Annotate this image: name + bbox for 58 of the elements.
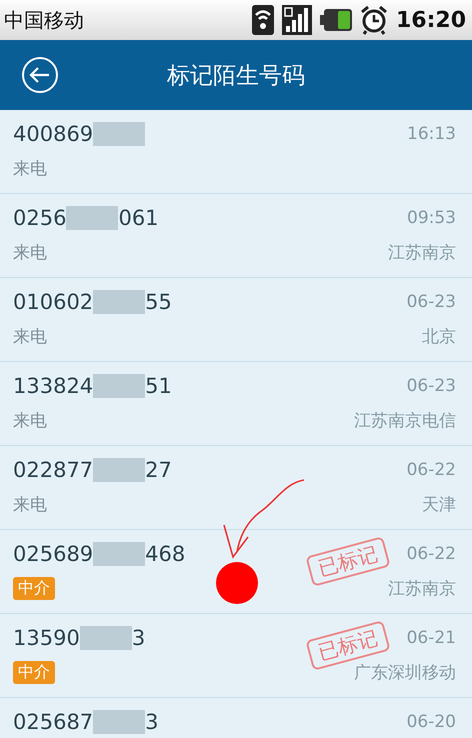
call-row[interactable]: 13590 3 中介 06-21 广东深圳移动 已标记 <box>0 614 472 698</box>
blurred-digits <box>66 206 118 230</box>
wifi-icon <box>252 5 274 35</box>
blurred-digits <box>93 710 146 734</box>
category-tag: 中介 <box>13 661 55 684</box>
call-time: 06-21 <box>406 627 456 650</box>
call-time: 06-20 <box>406 711 456 734</box>
blurred-digits <box>93 542 146 566</box>
phone-number: 27 <box>145 458 172 482</box>
phone-number: 025689 <box>13 542 94 566</box>
phone-number: 133824 <box>13 374 94 398</box>
call-location: 江苏南京电信 <box>354 410 456 432</box>
page-title: 标记陌生号码 <box>167 62 305 90</box>
blurred-digits <box>93 122 146 146</box>
phone-number: 022877 <box>13 458 94 482</box>
call-location: 江苏南京 <box>388 578 456 600</box>
call-type: 来电 <box>13 410 48 432</box>
phone-number: 0256 <box>13 206 66 230</box>
phone-number: 061 <box>118 206 159 230</box>
phone-number: 025687 <box>13 710 94 734</box>
call-row[interactable]: 400869 来电 16:13 <box>0 110 472 194</box>
call-time: 09:53 <box>407 207 456 230</box>
phone-number: 13590 <box>13 626 80 650</box>
call-time: 06-22 <box>406 543 456 566</box>
call-type: 来电 <box>13 158 48 180</box>
call-row[interactable]: 022877 27 来电 06-22 天津 <box>0 446 472 530</box>
call-location: 天津 <box>422 494 456 516</box>
call-time: 06-23 <box>406 291 456 314</box>
carrier-name: 中国移动 <box>4 6 84 34</box>
call-row[interactable]: 133824 51 来电 06-23 江苏南京电信 <box>0 362 472 446</box>
phone-number: 51 <box>145 374 172 398</box>
clock-time: 16:20 <box>396 8 466 32</box>
call-time: 06-23 <box>406 375 456 398</box>
alarm-clock-icon <box>360 5 388 35</box>
phone-number: 3 <box>145 710 159 734</box>
blurred-digits <box>93 374 146 398</box>
back-button[interactable] <box>21 56 59 94</box>
call-location: 北京 <box>422 326 456 348</box>
call-location: 江苏南京 <box>388 242 456 264</box>
call-time: 06-22 <box>406 459 456 482</box>
phone-number: 400869 <box>13 122 94 146</box>
phone-number: 468 <box>145 542 186 566</box>
call-type: 来电 <box>13 242 48 264</box>
blurred-digits <box>80 626 132 650</box>
call-row[interactable]: 010602 55 来电 06-23 北京 <box>0 278 472 362</box>
category-tag: 中介 <box>13 577 55 600</box>
blurred-digits <box>93 290 146 314</box>
signal-icon <box>282 5 312 35</box>
call-time: 16:13 <box>407 123 456 146</box>
phone-number: 55 <box>145 290 172 314</box>
phone-number: 010602 <box>13 290 94 314</box>
call-row[interactable]: 0256 061 来电 09:53 江苏南京 <box>0 194 472 278</box>
call-type: 来电 <box>13 494 48 516</box>
blurred-digits <box>93 458 146 482</box>
call-row[interactable]: 025687 3 06-20 <box>0 698 472 738</box>
call-type: 来电 <box>13 326 48 348</box>
phone-number: 3 <box>132 626 146 650</box>
battery-icon <box>320 9 352 31</box>
